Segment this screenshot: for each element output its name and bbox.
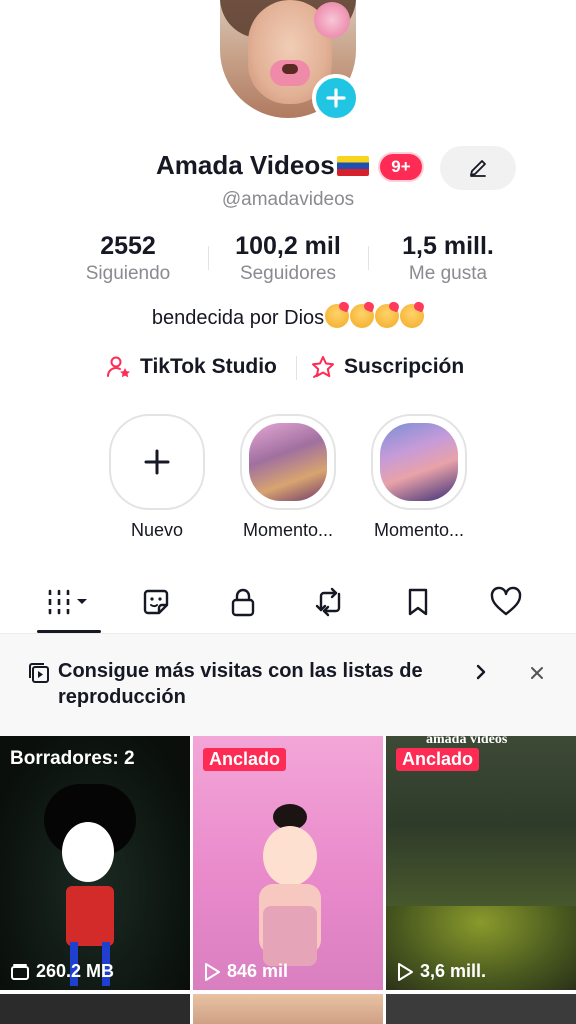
add-story-button[interactable] xyxy=(312,74,360,122)
creator-person-star-icon xyxy=(107,356,130,378)
cartoon-body xyxy=(66,886,114,946)
highlight-moment-2[interactable]: Momento... xyxy=(371,414,467,541)
tiktok-studio-label: TikTok Studio xyxy=(140,355,277,378)
tab-stickers[interactable] xyxy=(124,578,188,626)
stat-value: 100,2 mil xyxy=(235,232,341,260)
stat-label: Seguidores xyxy=(239,263,337,284)
heart-icon xyxy=(490,586,522,616)
profile-name: Amada Videos xyxy=(156,150,369,181)
video-thumbnail-pinned-2[interactable]: amada videos Anclado 3,6 mill. xyxy=(386,736,576,990)
highlight-thumbnail xyxy=(380,423,458,501)
profile-links: TikTok Studio Suscripción xyxy=(0,350,576,384)
baby-head xyxy=(263,826,317,886)
flower-decoration xyxy=(314,2,350,38)
storage-icon xyxy=(11,963,29,980)
stat-value: 2552 xyxy=(100,232,156,260)
playlist-promo-banner[interactable]: Consigue más visitas con las listas de r… xyxy=(0,634,576,736)
highlight-ring[interactable] xyxy=(109,414,205,510)
plus-icon xyxy=(326,88,346,108)
profile-bio: bendecida por Dios xyxy=(0,304,576,330)
video-watermark: amada videos xyxy=(426,736,508,747)
highlight-label: Nuevo xyxy=(130,520,184,540)
highlight-label: Momento... xyxy=(242,520,334,540)
notifications-badge[interactable]: 9+ xyxy=(378,152,424,182)
play-icon xyxy=(205,962,220,981)
profile-name-row: Amada Videos 9+ xyxy=(0,146,576,190)
pinned-badge: Anclado xyxy=(203,748,287,771)
video-meta: 846 mil xyxy=(203,961,288,982)
sticker-face-icon xyxy=(143,589,169,615)
stat-label: Me gusta xyxy=(408,263,488,284)
profile-handle: @amadavideos xyxy=(221,189,355,210)
tab-reposts[interactable] xyxy=(298,578,362,626)
video-meta-text: 3,6 mill. xyxy=(420,961,487,981)
profile-name-text: Amada Videos xyxy=(156,150,335,180)
profile-avatar-container[interactable] xyxy=(220,0,360,122)
highlight-thumbnail xyxy=(249,423,327,501)
profile-stats: 2552 Siguiendo 100,2 mil Seguidores 1,5 … xyxy=(48,230,528,290)
highlight-label: Momento... xyxy=(373,520,465,540)
lock-icon xyxy=(231,588,255,617)
video-thumbnail-row2-2[interactable] xyxy=(193,994,383,1024)
active-tab-indicator xyxy=(37,630,101,633)
cartoon-face xyxy=(62,822,114,882)
video-meta-text: 260.2 MB xyxy=(36,961,115,981)
pinned-badge: Anclado xyxy=(396,748,480,771)
repost-icon xyxy=(315,587,341,617)
highlights-row: Nuevo Momento... Momento... xyxy=(0,414,576,554)
baby-overalls xyxy=(263,906,317,966)
video-thumbnail-drafts[interactable]: Borradores: 2 260.2 MB xyxy=(0,736,190,990)
video-thumbnail-row2-3[interactable] xyxy=(386,994,576,1024)
bio-text: bendecida por Dios xyxy=(151,307,325,329)
grid-videos-icon xyxy=(44,589,87,615)
banner-text: Consigue más visitas con las listas de r… xyxy=(58,660,423,708)
bookmark-icon xyxy=(408,588,428,616)
tab-liked[interactable] xyxy=(474,578,538,626)
tiktok-studio-link[interactable]: TikTok Studio xyxy=(106,350,277,384)
tab-videos[interactable] xyxy=(37,578,101,626)
pencil-icon xyxy=(470,160,486,177)
bear-nose-filter xyxy=(270,60,310,86)
video-grid: Borradores: 2 260.2 MB Anclado 846 mil a… xyxy=(0,736,576,1024)
subscription-link[interactable]: Suscripción xyxy=(310,350,464,384)
highlight-moment-1[interactable]: Momento... xyxy=(240,414,336,541)
video-thumbnail-pinned-1[interactable]: Anclado 846 mil xyxy=(193,736,383,990)
edit-profile-button[interactable] xyxy=(440,146,516,190)
video-meta: 3,6 mill. xyxy=(396,961,486,982)
close-icon[interactable] xyxy=(528,664,546,682)
highlight-new[interactable]: Nuevo xyxy=(109,414,205,541)
highlight-ring[interactable] xyxy=(371,414,467,510)
chevron-right-icon[interactable] xyxy=(472,662,490,682)
playlist-icon xyxy=(29,663,49,683)
video-meta-text: 846 mil xyxy=(227,961,289,981)
smiling-hearts-emoji-icon xyxy=(400,304,425,328)
stat-followers[interactable]: 100,2 mil Seguidores xyxy=(208,230,368,290)
play-icon xyxy=(398,962,413,981)
subscription-star-icon xyxy=(312,356,334,378)
tab-favorites[interactable] xyxy=(386,578,450,626)
smiling-hearts-emoji-icon xyxy=(325,304,350,328)
drafts-label: Borradores: 2 xyxy=(10,748,135,769)
subscription-label: Suscripción xyxy=(344,355,465,378)
highlight-ring[interactable] xyxy=(240,414,336,510)
stat-following[interactable]: 2552 Siguiendo xyxy=(48,230,208,290)
stat-likes[interactable]: 1,5 mill. Me gusta xyxy=(368,230,528,290)
venezuela-flag-icon xyxy=(336,156,369,176)
stat-value: 1,5 mill. xyxy=(402,232,494,260)
stat-label: Siguiendo xyxy=(85,263,171,284)
video-thumbnail-row2-1[interactable] xyxy=(0,994,190,1024)
links-divider xyxy=(296,356,297,380)
tab-private[interactable] xyxy=(211,578,275,626)
plus-icon xyxy=(144,449,170,475)
profile-tabs xyxy=(0,578,576,634)
smiling-hearts-emoji-icon xyxy=(350,304,375,328)
video-meta: 260.2 MB xyxy=(10,961,114,982)
smiling-hearts-emoji-icon xyxy=(375,304,400,328)
